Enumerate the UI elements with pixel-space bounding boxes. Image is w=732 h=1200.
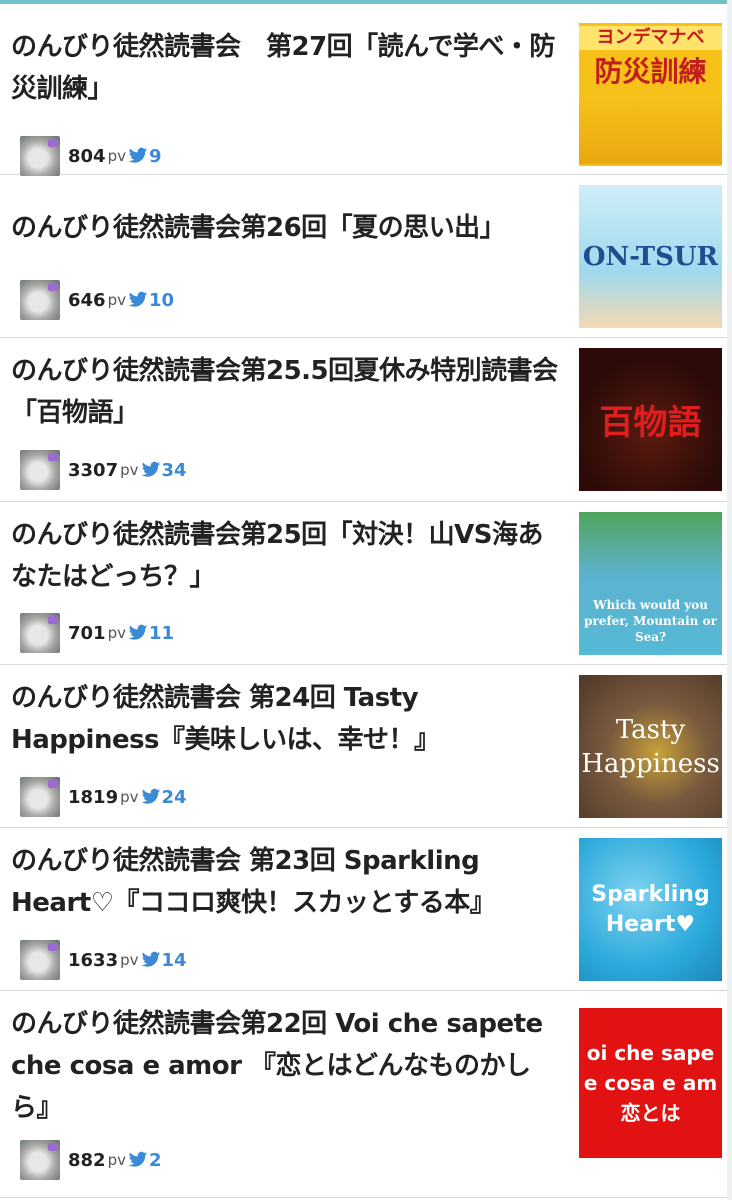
article-meta: 882 pv 2: [20, 1140, 162, 1180]
list-item[interactable]: のんびり徒然読書会第25回「対決！山VS海あなたはどっち？」 701 pv 11…: [0, 502, 732, 665]
article-list: のんびり徒然読書会 第27回「読んで学べ・防災訓練」 804 pv 9 ヨンデマ…: [0, 12, 732, 1198]
pv-count: 3307: [68, 459, 119, 481]
tweet-count: 10: [148, 289, 175, 311]
list-item[interactable]: のんびり徒然読書会 第27回「読んで学べ・防災訓練」 804 pv 9 ヨンデマ…: [0, 12, 732, 176]
avatar: [20, 136, 60, 176]
article-thumbnail[interactable]: Which would you prefer, Mountain or Sea?: [579, 512, 722, 655]
list-item[interactable]: のんびり徒然読書会第22回 Voi che sapete che cosa e …: [0, 991, 732, 1198]
pv-count: 646: [68, 289, 106, 311]
scroll-rail: [727, 0, 732, 1200]
pv-count: 1819: [68, 786, 119, 808]
twitter-icon: [141, 788, 161, 806]
pv-unit: pv: [120, 461, 139, 479]
pv-count: 804: [68, 145, 106, 167]
article-title[interactable]: のんびり徒然読書会第26回「夏の思い出」: [11, 207, 566, 249]
list-item[interactable]: のんびり徒然読書会第26回「夏の思い出」 646 pv 10 ON-TSUR: [0, 175, 732, 338]
article-title[interactable]: のんびり徒然読書会第22回 Voi che sapete che cosa e …: [11, 1003, 566, 1129]
twitter-icon: [128, 1151, 148, 1169]
thumbnail-caption: ON-TSUR: [582, 241, 719, 272]
article-meta: 3307 pv 34: [20, 450, 187, 490]
thumbnail-caption: Sparkling Heart♥: [591, 881, 710, 937]
article-title[interactable]: のんびり徒然読書会 第23回 Sparkling Heart♡『ココロ爽快！スカ…: [11, 840, 566, 924]
pv-count: 882: [68, 1149, 106, 1171]
pv-count: 701: [68, 622, 106, 644]
avatar: [20, 940, 60, 980]
pv-unit: pv: [107, 1151, 126, 1169]
article-meta: 804 pv 9: [20, 136, 162, 176]
twitter-icon: [128, 147, 148, 165]
article-thumbnail[interactable]: ヨンデマナベ 防災訓練: [579, 23, 722, 166]
pv-unit: pv: [107, 624, 126, 642]
article-thumbnail[interactable]: 百物語: [579, 348, 722, 491]
article-title[interactable]: のんびり徒然読書会 第27回「読んで学べ・防災訓練」: [11, 26, 566, 110]
article-thumbnail[interactable]: Tasty Happiness: [579, 675, 722, 818]
thumbnail-caption: 百物語: [599, 403, 702, 443]
thumbnail-caption: oi che sape e cosa e am 恋とは: [583, 1041, 718, 1125]
twitter-icon: [128, 624, 148, 642]
pv-unit: pv: [107, 147, 126, 165]
tweet-count: 14: [161, 949, 187, 971]
article-meta: 646 pv 10: [20, 280, 174, 320]
avatar: [20, 1140, 60, 1180]
tweet-count: 9: [148, 145, 162, 167]
pv-unit: pv: [120, 788, 139, 806]
tweet-count: 2: [148, 1149, 162, 1171]
thumbnail-caption: 防災訓練: [594, 54, 707, 88]
list-item[interactable]: のんびり徒然読書会第25.5回夏休み特別読書会「百物語」 3307 pv 34 …: [0, 338, 732, 502]
avatar: [20, 777, 60, 817]
list-item[interactable]: のんびり徒然読書会 第24回 Tasty Happiness『美味しいは、幸せ！…: [0, 665, 732, 828]
list-item[interactable]: のんびり徒然読書会 第23回 Sparkling Heart♡『ココロ爽快！スカ…: [0, 828, 732, 991]
twitter-icon: [128, 291, 148, 309]
article-meta: 1633 pv 14: [20, 940, 187, 980]
article-title[interactable]: のんびり徒然読書会 第24回 Tasty Happiness『美味しいは、幸せ！…: [11, 677, 566, 761]
article-thumbnail[interactable]: oi che sape e cosa e am 恋とは: [579, 1008, 722, 1158]
article-meta: 1819 pv 24: [20, 777, 187, 817]
tweet-count: 11: [148, 622, 175, 644]
avatar: [20, 280, 60, 320]
avatar: [20, 450, 60, 490]
tweet-count: 24: [161, 786, 187, 808]
tweet-count: 34: [161, 459, 187, 481]
avatar: [20, 613, 60, 653]
article-title[interactable]: のんびり徒然読書会第25.5回夏休み特別読書会「百物語」: [11, 350, 566, 434]
article-thumbnail[interactable]: Sparkling Heart♥: [579, 838, 722, 981]
thumbnail-caption: Which would you prefer, Mountain or Sea?: [584, 598, 717, 644]
article-title[interactable]: のんびり徒然読書会第25回「対決！山VS海あなたはどっち？」: [11, 514, 566, 598]
article-thumbnail[interactable]: ON-TSUR: [579, 185, 722, 328]
twitter-icon: [141, 461, 161, 479]
article-meta: 701 pv 11: [20, 613, 174, 653]
thumbnail-caption: Tasty Happiness: [581, 714, 720, 779]
pv-unit: pv: [120, 951, 139, 969]
pv-count: 1633: [68, 949, 119, 971]
twitter-icon: [141, 951, 161, 969]
pv-unit: pv: [107, 291, 126, 309]
